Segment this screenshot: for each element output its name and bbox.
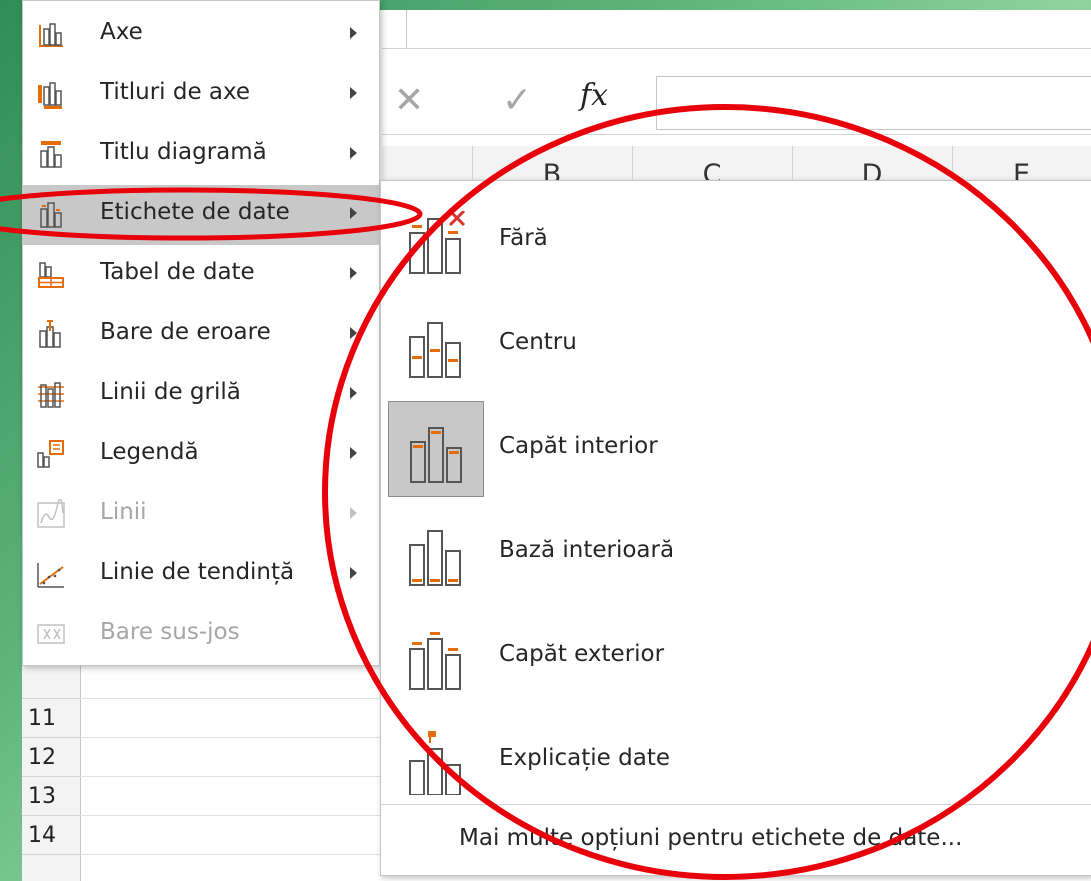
- row-header-13[interactable]: 13: [22, 777, 80, 816]
- axes-icon: [39, 23, 63, 47]
- menu-item-label: Tabel de date: [100, 259, 255, 285]
- menu-item-label: Linii: [100, 499, 147, 525]
- menu-item-trendline[interactable]: Linie de tendință: [23, 545, 379, 605]
- outside-end-labels-icon: [388, 609, 484, 705]
- submenu-arrow-icon: [350, 147, 357, 159]
- trendline-icon: [37, 563, 64, 588]
- data-labels-icon: [40, 202, 62, 228]
- data-labels-submenu: Fără Centru Capăt interior Bază interioa…: [380, 180, 1091, 876]
- submenu-item-center[interactable]: Centru: [381, 285, 1091, 389]
- grid-line: [80, 698, 410, 699]
- chart-title-icon: [40, 141, 62, 168]
- no-labels-icon: [388, 193, 484, 289]
- lines-icon: [37, 499, 65, 528]
- menu-item-label: Axe: [100, 19, 143, 45]
- grid-line: [80, 854, 410, 855]
- submenu-item-inside-base[interactable]: Bază interioară: [381, 493, 1091, 597]
- menu-item-lines: Linii: [23, 485, 379, 545]
- up-down-bars-icon: [37, 624, 65, 644]
- grid-line: [80, 815, 410, 816]
- error-bars-icon: [39, 320, 61, 348]
- menu-item-label: Bare de eroare: [100, 319, 271, 345]
- formula-input[interactable]: [656, 76, 1091, 130]
- submenu-item-none[interactable]: Fără: [381, 181, 1091, 285]
- data-callout-icon: [388, 713, 484, 809]
- submenu-item-label: Fără: [499, 225, 548, 251]
- row-header-12[interactable]: 12: [22, 738, 80, 777]
- menu-item-axis-titles[interactable]: Titluri de axe: [23, 65, 379, 125]
- confirm-entry-icon[interactable]: ✓: [502, 80, 532, 121]
- menu-item-label: Titluri de axe: [100, 79, 251, 105]
- menu-item-label: Linie de tendință: [100, 559, 295, 585]
- menu-item-chart-title[interactable]: Titlu diagramă: [23, 125, 379, 185]
- submenu-arrow-icon: [350, 387, 357, 399]
- submenu-arrow-icon: [350, 267, 357, 279]
- submenu-item-label: Explicație date: [499, 745, 670, 771]
- menu-item-data-labels[interactable]: Etichete de date: [23, 185, 379, 245]
- more-data-label-options-link[interactable]: Mai multe opțiuni pentru etichete de dat…: [381, 804, 1091, 875]
- submenu-item-label: Capăt interior: [499, 433, 658, 459]
- menu-item-label: Linii de grilă: [100, 379, 241, 405]
- inside-end-labels-icon: [388, 401, 484, 497]
- menu-item-axes[interactable]: Axe: [23, 5, 379, 65]
- menu-item-gridlines[interactable]: Linii de grilă: [23, 365, 379, 425]
- insert-function-button[interactable]: fx: [580, 78, 608, 113]
- submenu-arrow-icon: [350, 327, 357, 339]
- row-header-14[interactable]: 14: [22, 816, 80, 855]
- menu-item-label: Titlu diagramă: [100, 139, 267, 165]
- row-headers: 11 12 13 14: [22, 660, 81, 881]
- submenu-item-outside-end[interactable]: Capăt exterior: [381, 597, 1091, 701]
- menu-item-label: Bare sus-jos: [100, 619, 240, 645]
- menu-item-data-table[interactable]: Tabel de date: [23, 245, 379, 305]
- menu-item-label: Etichete de date: [100, 199, 290, 225]
- submenu-item-inside-end[interactable]: Capăt interior: [381, 389, 1091, 497]
- submenu-arrow-icon: [350, 567, 357, 579]
- grid-line: [80, 737, 410, 738]
- data-table-icon: [38, 262, 64, 288]
- submenu-item-label: Capăt exterior: [499, 641, 665, 667]
- grid-line: [80, 776, 410, 777]
- formula-bar: ✕ ✓ fx: [382, 70, 1091, 135]
- menu-item-error-bars[interactable]: Bare de eroare: [23, 305, 379, 365]
- row-header-11[interactable]: 11: [22, 699, 80, 738]
- more-options-label: Mai multe opțiuni pentru etichete de dat…: [459, 825, 963, 851]
- submenu-arrow-icon: [350, 447, 357, 459]
- menu-item-label: Legendă: [100, 439, 199, 465]
- submenu-arrow-icon: [350, 207, 357, 219]
- submenu-item-data-callout[interactable]: Explicație date: [381, 701, 1091, 805]
- gridlines-icon: [38, 382, 64, 408]
- submenu-arrow-icon: [350, 87, 357, 99]
- submenu-item-label: Centru: [499, 329, 577, 355]
- submenu-item-label: Bază interioară: [499, 537, 675, 563]
- ribbon-edge: [382, 10, 1091, 49]
- menu-item-legend[interactable]: Legendă: [23, 425, 379, 485]
- menu-item-up-down-bars: Bare sus-jos: [23, 605, 379, 665]
- axis-titles-icon: [38, 82, 62, 109]
- legend-icon: [37, 440, 64, 468]
- submenu-arrow-icon: [350, 27, 357, 39]
- inside-base-labels-icon: [388, 505, 484, 601]
- center-labels-icon: [388, 297, 484, 393]
- cancel-entry-icon[interactable]: ✕: [394, 80, 424, 121]
- submenu-arrow-icon: [350, 507, 357, 519]
- chart-elements-menu: Axe Titluri de axe Titlu diagramă Etiche…: [22, 0, 380, 666]
